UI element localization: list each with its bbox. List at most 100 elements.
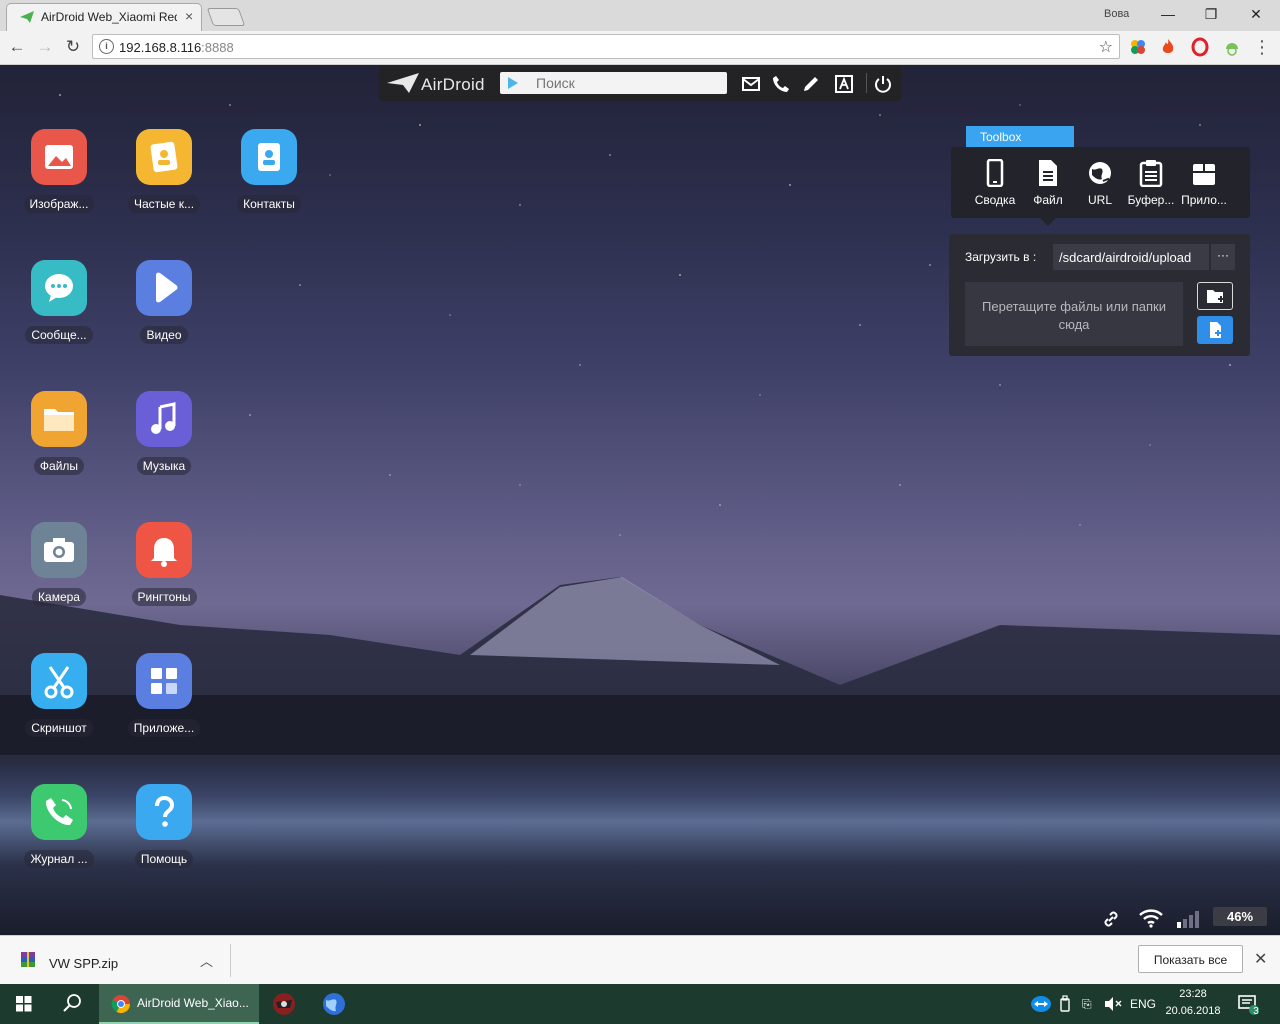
toolbox-label: Прило... bbox=[1181, 193, 1227, 207]
mountain-peak bbox=[470, 577, 780, 665]
address-bar[interactable]: i 192.168.8.116:8888 ☆ bbox=[92, 34, 1120, 59]
zip-archive-icon bbox=[21, 952, 35, 967]
opera-extension-icon[interactable] bbox=[1190, 37, 1210, 57]
browser-tab-airdroid[interactable]: AirDroid Web_Xiaomi Red × bbox=[6, 3, 202, 31]
app-label: Контакты bbox=[237, 195, 301, 213]
toolbox-panel: Сводка Файл URL Буфер... Прило... bbox=[951, 147, 1250, 218]
taskbar-task-label: AirDroid Web_Xiao... bbox=[137, 996, 249, 1010]
new-tab-button[interactable] bbox=[206, 8, 246, 26]
contacts-card-icon bbox=[136, 129, 192, 185]
clock-time: 23:28 bbox=[1179, 988, 1207, 1000]
file-dropzone[interactable]: Перетащите файлы или папки сюда bbox=[965, 282, 1183, 346]
close-download-bar-icon[interactable]: ✕ bbox=[1254, 949, 1267, 969]
app-video[interactable]: Видео bbox=[114, 260, 214, 360]
url-port: :8888 bbox=[201, 40, 234, 55]
toolbox-label: URL bbox=[1087, 193, 1112, 207]
contact-book-icon bbox=[241, 129, 297, 185]
upload-file-button[interactable] bbox=[1197, 316, 1233, 344]
extension-fire-icon[interactable] bbox=[1158, 37, 1178, 57]
app-applications[interactable]: Приложе... bbox=[114, 653, 214, 753]
app-camera[interactable]: Камера bbox=[9, 522, 109, 622]
language-indicator[interactable]: ENG bbox=[1130, 984, 1156, 1024]
music-note-icon bbox=[136, 391, 192, 447]
folder-plus-icon bbox=[1207, 290, 1224, 303]
browser-profile-name[interactable]: Вова bbox=[1104, 8, 1129, 20]
globe-app-icon[interactable] bbox=[320, 990, 348, 1018]
app-label: Изображ... bbox=[23, 195, 95, 213]
url-host: 192.168.8.116 bbox=[119, 40, 202, 55]
windows-start-icon[interactable] bbox=[0, 984, 48, 1024]
volume-muted-tray-icon[interactable] bbox=[1104, 996, 1122, 1012]
google-play-icon bbox=[508, 77, 518, 89]
teamviewer-tray-icon[interactable] bbox=[1030, 995, 1052, 1013]
toolbox-url[interactable]: URL bbox=[1074, 159, 1126, 211]
toolbox-summary[interactable]: Сводка bbox=[969, 159, 1021, 211]
font-a-icon[interactable] bbox=[834, 74, 854, 94]
reload-icon[interactable]: ↻ bbox=[63, 37, 83, 57]
edit-pen-icon[interactable] bbox=[801, 74, 821, 94]
battery-level: 46% bbox=[1213, 907, 1267, 926]
app-frequent-contacts[interactable]: Частые к... bbox=[114, 129, 214, 229]
restore-button[interactable]: ❐ bbox=[1193, 3, 1229, 25]
tab-close-icon[interactable]: × bbox=[185, 8, 193, 24]
site-info-icon[interactable]: i bbox=[99, 39, 114, 54]
apps-grid-icon bbox=[136, 653, 192, 709]
globe-icon bbox=[1089, 162, 1111, 184]
url-text: 192.168.8.116:8888 bbox=[119, 40, 234, 55]
app-images[interactable]: Изображ... bbox=[9, 129, 109, 229]
app-screenshot[interactable]: Скриншот bbox=[9, 653, 109, 753]
app-call-log[interactable]: Журнал ... bbox=[9, 784, 109, 884]
app-help[interactable]: Помощь bbox=[114, 784, 214, 884]
wifi-icon bbox=[1139, 909, 1163, 928]
upload-path-more-button[interactable]: ··· bbox=[1211, 244, 1235, 270]
call-icon[interactable] bbox=[771, 74, 791, 94]
message-bubble-icon bbox=[31, 260, 87, 316]
file-plus-icon bbox=[1210, 322, 1221, 338]
close-window-button[interactable]: ✕ bbox=[1238, 3, 1274, 25]
topbar-divider bbox=[866, 73, 867, 93]
app-messages[interactable]: Сообще... bbox=[9, 260, 109, 360]
system-clock[interactable]: 23:28 20.06.2018 bbox=[1160, 986, 1226, 1020]
forward-arrow-icon[interactable]: → bbox=[35, 37, 55, 57]
app-files[interactable]: Файлы bbox=[9, 391, 109, 491]
toolbox-file[interactable]: Файл bbox=[1022, 159, 1074, 211]
power-icon[interactable] bbox=[873, 74, 893, 94]
app-ringtones[interactable]: Рингтоны bbox=[114, 522, 214, 622]
show-all-downloads-button[interactable]: Показать все bbox=[1138, 945, 1243, 973]
menu-kebab-icon[interactable]: ⋮ bbox=[1252, 37, 1272, 57]
network-tray-icon[interactable]: ⎘ bbox=[1082, 984, 1092, 1024]
android-extension-icon[interactable] bbox=[1222, 37, 1242, 57]
chevron-up-icon[interactable]: ︿ bbox=[200, 951, 213, 970]
app-label: Видео bbox=[140, 326, 188, 344]
airdroid-desktop: AirDroid Изображ... bbox=[0, 65, 1280, 935]
bookmark-star-icon[interactable]: ☆ bbox=[1099, 37, 1113, 57]
usb-device-tray-icon[interactable] bbox=[1058, 995, 1072, 1013]
search-box[interactable] bbox=[500, 72, 727, 94]
notification-count-badge: 3 bbox=[1253, 1006, 1259, 1017]
image-icon bbox=[31, 129, 87, 185]
messages-icon[interactable] bbox=[741, 74, 761, 94]
app-label: Скриншот bbox=[25, 719, 93, 737]
airdroid-logo-text: AirDroid bbox=[421, 75, 485, 94]
game-app-icon[interactable] bbox=[270, 990, 298, 1018]
extension-puzzle-icon[interactable] bbox=[1128, 37, 1148, 57]
clock-date: 20.06.2018 bbox=[1165, 1005, 1221, 1017]
minimize-button[interactable]: — bbox=[1150, 3, 1186, 25]
toolbox-clipboard[interactable]: Буфер... bbox=[1125, 159, 1177, 211]
upload-path-field[interactable]: /sdcard/airdroid/upload bbox=[1053, 244, 1209, 270]
file-icon bbox=[1039, 160, 1057, 186]
app-music[interactable]: Музыка bbox=[114, 391, 214, 491]
search-icon[interactable] bbox=[48, 984, 96, 1024]
toolbox-tab[interactable]: Toolbox bbox=[966, 126, 1074, 147]
upload-folder-button[interactable] bbox=[1197, 282, 1233, 310]
app-contacts[interactable]: Контакты bbox=[219, 129, 319, 229]
link-icon bbox=[1104, 911, 1118, 927]
download-shelf: VW SPP.zip ︿ Показать все ✕ bbox=[0, 935, 1280, 985]
phone-icon bbox=[31, 784, 87, 840]
back-arrow-icon[interactable]: ← bbox=[7, 37, 27, 57]
toolbox-label: Буфер... bbox=[1127, 193, 1175, 207]
search-input[interactable] bbox=[536, 75, 716, 91]
toolbox-apps[interactable]: Прило... bbox=[1178, 159, 1230, 211]
download-file-name[interactable]: VW SPP.zip bbox=[49, 956, 118, 971]
taskbar-chrome-airdroid[interactable]: AirDroid Web_Xiao... bbox=[99, 984, 259, 1024]
